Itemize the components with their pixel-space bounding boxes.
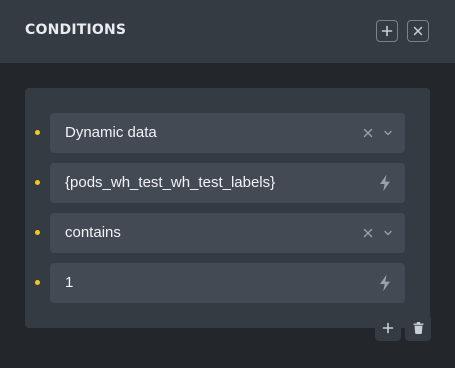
chevron-down-icon[interactable] bbox=[378, 113, 398, 153]
add-condition-button[interactable] bbox=[375, 315, 401, 341]
dynamic-data-value: {pods_wh_test_wh_test_labels} bbox=[65, 174, 276, 191]
conditions-panel: CONDITIONS Dynamic data {pods_wh_test_wh… bbox=[0, 0, 455, 368]
condition-group: Dynamic data {pods_wh_test_wh_test_label… bbox=[25, 88, 430, 328]
compare-operator-value: contains bbox=[65, 224, 121, 241]
delete-group-button[interactable] bbox=[405, 315, 431, 341]
condition-key-value: Dynamic data bbox=[65, 124, 157, 141]
compare-value: 1 bbox=[65, 274, 74, 291]
close-icon bbox=[413, 26, 423, 36]
clear-icon[interactable] bbox=[358, 213, 378, 253]
plus-icon bbox=[381, 25, 393, 37]
add-condition-group-button[interactable] bbox=[376, 20, 398, 42]
condition-key-select[interactable]: Dynamic data bbox=[50, 113, 405, 153]
compare-value-input[interactable]: 1 bbox=[50, 263, 405, 303]
compare-operator-select[interactable]: contains bbox=[50, 213, 405, 253]
condition-bullet bbox=[35, 130, 40, 135]
panel-title: CONDITIONS bbox=[25, 22, 127, 38]
clear-icon[interactable] bbox=[358, 113, 378, 153]
condition-bullet bbox=[35, 280, 40, 285]
plus-icon bbox=[382, 322, 394, 334]
panel-header: CONDITIONS bbox=[0, 0, 455, 63]
condition-bullet bbox=[35, 180, 40, 185]
close-button[interactable] bbox=[407, 20, 429, 42]
trash-icon bbox=[413, 322, 423, 334]
dynamic-data-input[interactable]: {pods_wh_test_wh_test_labels} bbox=[50, 163, 405, 203]
bolt-icon[interactable] bbox=[374, 163, 396, 203]
bolt-icon[interactable] bbox=[374, 263, 396, 303]
condition-bullet bbox=[35, 230, 40, 235]
chevron-down-icon[interactable] bbox=[378, 213, 398, 253]
